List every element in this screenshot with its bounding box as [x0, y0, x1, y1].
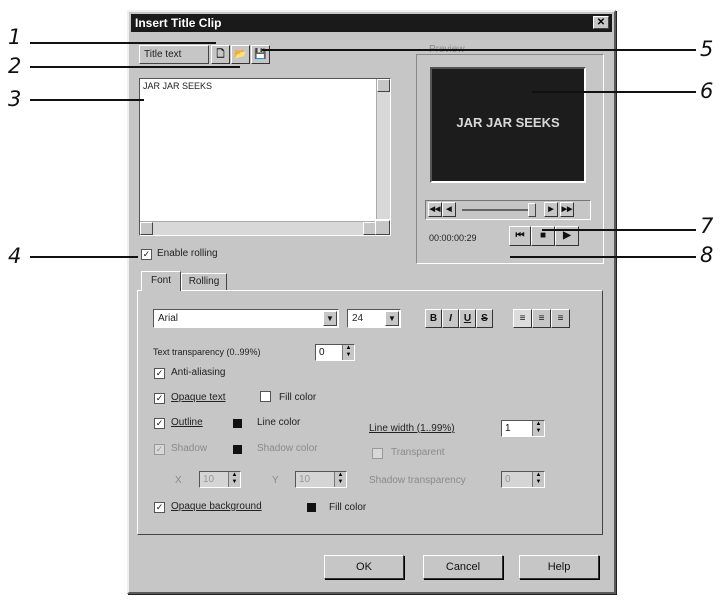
italic-button[interactable]: I — [442, 309, 459, 328]
skip-start-icon[interactable]: ◀◀ — [428, 202, 442, 217]
callout-7-line — [542, 229, 696, 231]
close-icon[interactable]: ✕ — [593, 16, 609, 29]
enable-rolling-label: Enable rolling — [157, 248, 218, 259]
step-forward-icon[interactable]: ▶ — [544, 202, 558, 217]
rewind-button[interactable]: ⏮ — [509, 226, 531, 246]
callout-6-line — [532, 91, 696, 93]
seek-track[interactable] — [462, 209, 532, 211]
underline-button[interactable]: U — [459, 309, 476, 328]
transparent-label: Transparent — [391, 447, 445, 458]
line-width-label: Line width (1..99%) — [369, 423, 455, 434]
opaque-text-checkbox[interactable]: ✓ — [154, 393, 165, 404]
fill-color-label: Fill color — [279, 392, 317, 403]
font-family-combo[interactable]: Arial ▼ — [153, 309, 339, 328]
callout-5-line — [262, 49, 696, 51]
strikethrough-button[interactable]: S — [476, 309, 493, 328]
title-text-area[interactable]: JAR JAR SEEKS — [139, 78, 391, 236]
callout-6: 6 — [700, 79, 714, 103]
opaque-text-label: Opaque text — [171, 392, 226, 403]
step-back-icon[interactable]: ◀ — [442, 202, 456, 217]
resize-grip-icon[interactable] — [375, 220, 390, 235]
spinner-arrows-icon[interactable]: ▲ ▼ — [334, 472, 346, 487]
dialog-title: Insert Title Clip — [135, 16, 222, 30]
preview-seek-bar[interactable]: ◀◀ ◀ ▶ ▶▶ — [425, 200, 591, 220]
skip-end-icon[interactable]: ▶▶ — [560, 202, 574, 217]
shadow-label: Shadow — [171, 443, 208, 454]
shadow-y-spinner[interactable]: 10 ▲ ▼ — [295, 471, 347, 488]
tab-font[interactable]: Font — [141, 271, 181, 291]
line-color-swatch[interactable] — [233, 419, 242, 428]
dialog-titlebar[interactable]: Insert Title Clip ✕ — [131, 14, 612, 32]
chevron-down-icon[interactable]: ▼ — [323, 311, 337, 326]
save-file-icon[interactable]: 💾 — [251, 45, 270, 64]
opaque-background-label: Opaque background — [171, 501, 262, 512]
shadow-x-label: X — [175, 475, 182, 486]
shadow-color-swatch[interactable] — [233, 445, 242, 454]
callout-2: 2 — [8, 54, 22, 78]
new-file-icon[interactable]: 🗋 — [211, 45, 230, 64]
scroll-up-icon[interactable] — [377, 79, 390, 92]
open-file-icon[interactable]: 📂 — [231, 45, 250, 64]
anti-aliasing-label: Anti-aliasing — [171, 367, 226, 378]
background-fill-swatch[interactable] — [307, 503, 316, 512]
shadow-y-label: Y — [272, 475, 279, 486]
callout-8: 8 — [700, 243, 714, 267]
spinner-arrows-icon[interactable]: ▲ ▼ — [228, 472, 240, 487]
font-family-value: Arial — [158, 313, 179, 324]
opaque-background-checkbox[interactable]: ✓ — [154, 502, 165, 513]
callout-1: 1 — [8, 25, 22, 49]
callout-7: 7 — [700, 214, 714, 238]
line-width-spinner[interactable]: 1 ▲ ▼ — [501, 420, 545, 437]
preview-screen: JAR JAR SEEKS — [430, 67, 586, 183]
shadow-transparency-label: Shadow transparency — [369, 475, 466, 486]
callout-1-line — [30, 42, 216, 44]
background-fill-color-label: Fill color — [329, 502, 367, 513]
line-color-label: Line color — [257, 417, 301, 428]
spinner-arrows-icon[interactable]: ▲ ▼ — [532, 421, 544, 436]
ok-button[interactable]: OK — [324, 555, 404, 579]
transparent-checkbox[interactable] — [372, 448, 383, 459]
callout-4: 4 — [8, 244, 22, 268]
font-size-value: 24 — [352, 313, 364, 324]
fill-color-checkbox[interactable] — [260, 391, 271, 402]
title-text-content: JAR JAR SEEKS — [143, 81, 213, 91]
outline-label: Outline — [171, 417, 203, 428]
callout-3-line — [30, 99, 144, 101]
help-button[interactable]: Help — [519, 555, 599, 579]
outline-checkbox[interactable]: ✓ — [154, 418, 165, 429]
insert-title-clip-dialog: Insert Title Clip ✕ Title text 🗋 📂 💾 JAR… — [127, 10, 616, 594]
shadow-transparency-spinner[interactable]: 0 ▲ ▼ — [501, 471, 545, 488]
anti-aliasing-checkbox[interactable]: ✓ — [154, 368, 165, 379]
callout-5: 5 — [700, 37, 714, 61]
spinner-arrows-icon[interactable]: ▲ ▼ — [532, 472, 544, 487]
shadow-checkbox[interactable]: ✓ — [154, 444, 165, 455]
shadow-color-label: Shadow color — [257, 443, 318, 454]
tab-rolling[interactable]: Rolling — [181, 273, 227, 291]
enable-rolling-checkbox[interactable]: ✓ — [141, 249, 152, 260]
cancel-button[interactable]: Cancel — [423, 555, 503, 579]
chevron-down-icon[interactable]: ▼ — [385, 311, 399, 326]
callout-2-line — [30, 66, 240, 68]
preview-text: JAR JAR SEEKS — [456, 115, 560, 130]
bold-button[interactable]: B — [425, 309, 442, 328]
preview-timecode: 00:00:00:29 — [429, 233, 477, 243]
align-left-button[interactable]: ≡ — [513, 309, 532, 328]
scroll-left-icon[interactable] — [140, 222, 153, 235]
title-text-label: Title text — [139, 45, 209, 64]
align-center-button[interactable]: ≡ — [532, 309, 551, 328]
text-transparency-spinner[interactable]: 0 ▲ ▼ — [315, 344, 355, 361]
seek-thumb[interactable] — [528, 203, 536, 217]
callout-4-line — [30, 256, 138, 258]
spinner-arrows-icon[interactable]: ▲ ▼ — [342, 345, 354, 360]
text-transparency-label: Text transparency (0..99%) — [153, 347, 261, 357]
shadow-x-spinner[interactable]: 10 ▲ ▼ — [199, 471, 241, 488]
font-size-combo[interactable]: 24 ▼ — [347, 309, 401, 328]
callout-3: 3 — [8, 87, 22, 111]
horizontal-scrollbar[interactable] — [140, 221, 376, 235]
vertical-scrollbar[interactable] — [376, 79, 390, 219]
callout-8-line — [510, 256, 696, 258]
align-right-button[interactable]: ≡ — [551, 309, 570, 328]
